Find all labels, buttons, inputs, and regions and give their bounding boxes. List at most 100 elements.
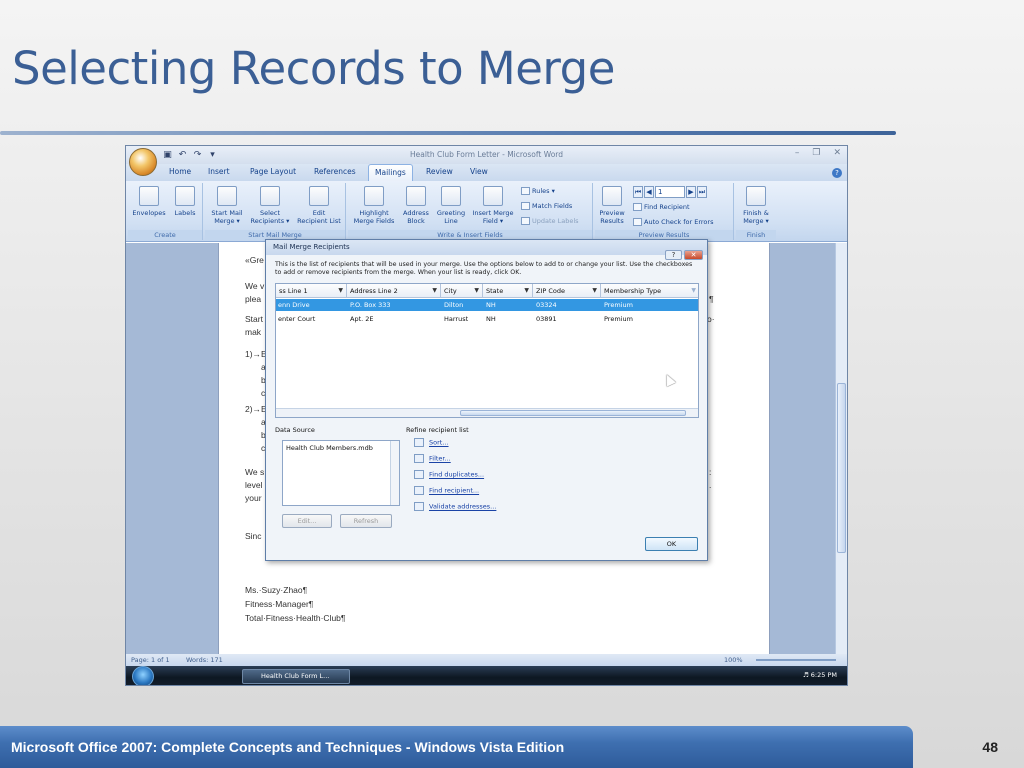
vertical-scrollbar[interactable]	[390, 441, 399, 505]
vertical-scrollbar[interactable]	[835, 243, 847, 654]
chevron-down-icon[interactable]: ▼	[592, 287, 597, 294]
refine-list-label: Refine recipient list	[406, 426, 469, 434]
chevron-down-icon[interactable]: ▼	[338, 287, 343, 294]
labels-button[interactable]: Labels	[170, 186, 200, 217]
rules-icon	[521, 187, 530, 195]
auto-check-errors-button[interactable]: Auto Check for Errors	[633, 218, 713, 226]
help-icon[interactable]: ?	[832, 168, 842, 178]
data-source-label: Data Source	[275, 426, 315, 434]
window-title: Health Club Form Letter - Microsoft Word	[409, 150, 563, 159]
dialog-controls: ? ✕	[663, 242, 703, 261]
update-labels-button[interactable]: Update Labels	[521, 217, 579, 225]
group-label-create: Create	[128, 230, 202, 240]
preview-results-button[interactable]: Preview Results	[595, 186, 629, 225]
data-source-list[interactable]: Health Club Members.mdb	[282, 440, 400, 506]
find-recipient-link[interactable]: Find recipient...	[414, 486, 479, 495]
document-line: Fitness·Manager¶	[245, 599, 314, 609]
taskbar-word-item[interactable]: Health Club Form L...	[242, 669, 350, 684]
sort-link[interactable]: Sort...	[414, 438, 449, 447]
record-number-field[interactable]: 1	[655, 186, 685, 198]
table-cell: Dilton	[444, 301, 464, 309]
edit-button[interactable]: Edit...	[282, 514, 332, 528]
clock[interactable]: 6:25 PM	[811, 671, 837, 679]
match-fields-button[interactable]: Match Fields	[521, 202, 572, 210]
tab-view[interactable]: View	[470, 167, 488, 176]
greeting-line-icon	[441, 186, 461, 206]
document-line: :	[709, 467, 712, 477]
minimize-icon[interactable]: –	[795, 148, 800, 158]
envelopes-button[interactable]: Envelopes	[132, 186, 166, 217]
chevron-down-icon[interactable]: ▼	[524, 287, 529, 294]
document-line: 1)→E	[245, 349, 267, 359]
ribbon: Envelopes Labels Create Start Mail Merge …	[126, 181, 847, 242]
greeting-line-button[interactable]: Greeting Line	[434, 186, 468, 225]
highlight-merge-fields-button[interactable]: Highlight Merge Fields	[350, 186, 398, 225]
tab-mailings[interactable]: Mailings	[368, 164, 413, 181]
rules-button[interactable]: Rules ▾	[521, 187, 555, 195]
scrollbar-thumb[interactable]	[837, 383, 846, 553]
column-header-state[interactable]: State ▼	[483, 284, 533, 298]
edit-recipient-list-button[interactable]: Edit Recipient List	[293, 186, 345, 225]
previous-record-icon[interactable]: ◀	[644, 186, 654, 198]
tab-references[interactable]: References	[314, 167, 356, 176]
finish-merge-button[interactable]: Finish & Merge ▾	[738, 186, 774, 225]
auto-check-icon	[633, 218, 642, 226]
status-bar: Page: 1 of 1 Words: 171 100%	[126, 654, 847, 666]
sort-icon	[414, 438, 424, 447]
insert-merge-field-button[interactable]: Insert Merge Field ▾	[469, 186, 517, 225]
document-line: «Gre	[245, 255, 264, 265]
zoom-level[interactable]: 100%	[724, 656, 743, 664]
table-cell: Harrust	[444, 315, 469, 323]
filter-link[interactable]: Filter...	[414, 454, 451, 463]
next-record-icon[interactable]: ▶	[686, 186, 696, 198]
chevron-down-icon[interactable]: ▼	[432, 287, 437, 294]
close-icon[interactable]: ✕	[833, 148, 841, 158]
data-source-item[interactable]: Health Club Members.mdb	[286, 444, 373, 452]
window-controls: – ❐ ✕	[782, 148, 841, 158]
refresh-button[interactable]: Refresh	[340, 514, 392, 528]
last-record-icon[interactable]: ⏭	[697, 186, 707, 198]
chevron-down-icon[interactable]: ▼	[691, 287, 696, 294]
first-record-icon[interactable]: ⏮	[633, 186, 643, 198]
dialog-close-button[interactable]: ✕	[684, 250, 703, 260]
speaker-icon[interactable]: ♬	[803, 671, 809, 679]
preview-results-icon	[602, 186, 622, 206]
scrollbar-thumb[interactable]	[460, 410, 686, 416]
column-header-membership-type[interactable]: Membership Type ▼	[601, 284, 698, 298]
ok-button[interactable]: OK	[645, 537, 698, 551]
table-cell: Apt. 2E	[350, 315, 374, 323]
zoom-slider[interactable]	[756, 659, 836, 661]
document-line: Ms.·Suzy·Zhao¶	[245, 585, 308, 595]
find-recipient-button[interactable]: Find Recipient	[633, 203, 690, 211]
column-header-address-line-1[interactable]: ss Line 1 ▼	[276, 284, 347, 298]
tab-review[interactable]: Review	[426, 167, 453, 176]
document-line: We v	[245, 281, 265, 291]
chevron-down-icon[interactable]: ▼	[474, 287, 479, 294]
column-header-address-line-2[interactable]: Address Line 2 ▼	[347, 284, 441, 298]
select-recipients-button[interactable]: Select Recipients ▾	[248, 186, 292, 225]
tab-page-layout[interactable]: Page Layout	[250, 167, 296, 176]
group-label-finish: Finish	[736, 230, 776, 240]
help-button[interactable]: ?	[665, 250, 682, 260]
horizontal-scrollbar[interactable]	[276, 408, 698, 417]
table-cell: enter Court	[278, 315, 316, 323]
start-mail-merge-button[interactable]: Start Mail Merge ▾	[207, 186, 247, 225]
restore-icon[interactable]: ❐	[812, 148, 820, 158]
office-button[interactable]	[129, 148, 157, 176]
tab-insert[interactable]: Insert	[208, 167, 230, 176]
word-window: ▣ ↶ ↷ ▾ Health Club Form Letter - Microsoft…	[125, 145, 848, 686]
table-cell: P.O. Box 333	[350, 301, 391, 309]
start-button[interactable]	[132, 666, 154, 685]
page-count[interactable]: Page: 1 of 1	[131, 656, 170, 664]
column-header-zip-code[interactable]: ZIP Code ▼	[533, 284, 601, 298]
document-line: We s	[245, 467, 265, 477]
document-line: Sinc	[245, 531, 262, 541]
tab-home[interactable]: Home	[169, 167, 191, 176]
validate-addresses-link[interactable]: Validate addresses...	[414, 502, 496, 511]
find-duplicates-link[interactable]: Find duplicates...	[414, 470, 484, 479]
group-preview-results: Preview Results ⏮ ◀ 1 ▶ ⏭ Find Recipient Auto…	[595, 183, 734, 240]
column-header-city[interactable]: City ▼	[441, 284, 483, 298]
recipients-grid: ss Line 1 ▼ Address Line 2 ▼ City ▼ State ▼ …	[275, 283, 699, 418]
word-count[interactable]: Words: 171	[186, 656, 223, 664]
address-block-button[interactable]: Address Block	[400, 186, 432, 225]
